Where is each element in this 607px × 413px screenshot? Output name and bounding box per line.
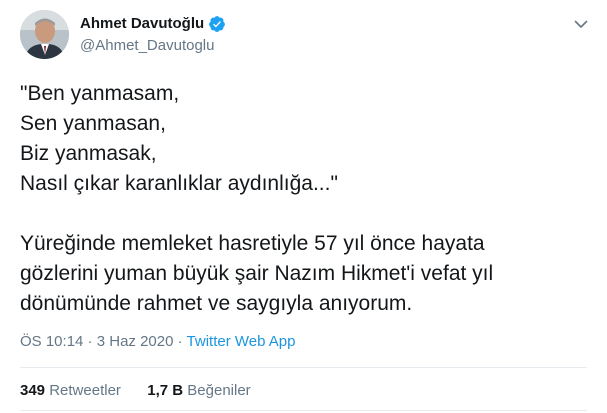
tweet-stats: 349 Retweetler 1,7 B Beğeniler bbox=[20, 381, 251, 401]
tweet-date[interactable]: 3 Haz 2020 bbox=[97, 333, 174, 350]
divider bbox=[20, 367, 587, 368]
meta-separator-2: · bbox=[173, 333, 187, 350]
tweet-meta: ÖS 10:14 · 3 Haz 2020 · Twitter Web App bbox=[20, 332, 295, 352]
profile-photo-icon bbox=[20, 10, 69, 59]
retweets-stat[interactable]: 349 Retweetler bbox=[20, 382, 125, 399]
tweet-card: Ahmet Davutoğlu @Ahmet_Davutoglu "Ben ya… bbox=[0, 0, 607, 413]
tweet-text: "Ben yanmasam, Sen yanmasan, Biz yanmasa… bbox=[20, 82, 494, 315]
avatar[interactable] bbox=[20, 10, 69, 59]
author-display-name[interactable]: Ahmet Davutoğlu bbox=[80, 14, 204, 34]
meta-separator: · bbox=[83, 333, 97, 350]
more-options-chevron-down-icon[interactable] bbox=[573, 16, 589, 32]
verified-badge-icon bbox=[208, 15, 226, 33]
tweet-time[interactable]: ÖS 10:14 bbox=[20, 333, 83, 350]
likes-label: Beğeniler bbox=[187, 382, 251, 399]
bottom-divider bbox=[20, 410, 587, 411]
name-row: Ahmet Davutoğlu bbox=[80, 14, 226, 34]
tweet-source-link[interactable]: Twitter Web App bbox=[187, 333, 296, 350]
retweets-label: Retweetler bbox=[49, 382, 121, 399]
likes-stat[interactable]: 1,7 B Beğeniler bbox=[147, 382, 250, 399]
retweets-count: 349 bbox=[20, 382, 46, 399]
likes-count: 1,7 B bbox=[147, 382, 184, 399]
author-block: Ahmet Davutoğlu @Ahmet_Davutoglu bbox=[80, 14, 226, 56]
author-handle[interactable]: @Ahmet_Davutoglu bbox=[80, 36, 226, 56]
